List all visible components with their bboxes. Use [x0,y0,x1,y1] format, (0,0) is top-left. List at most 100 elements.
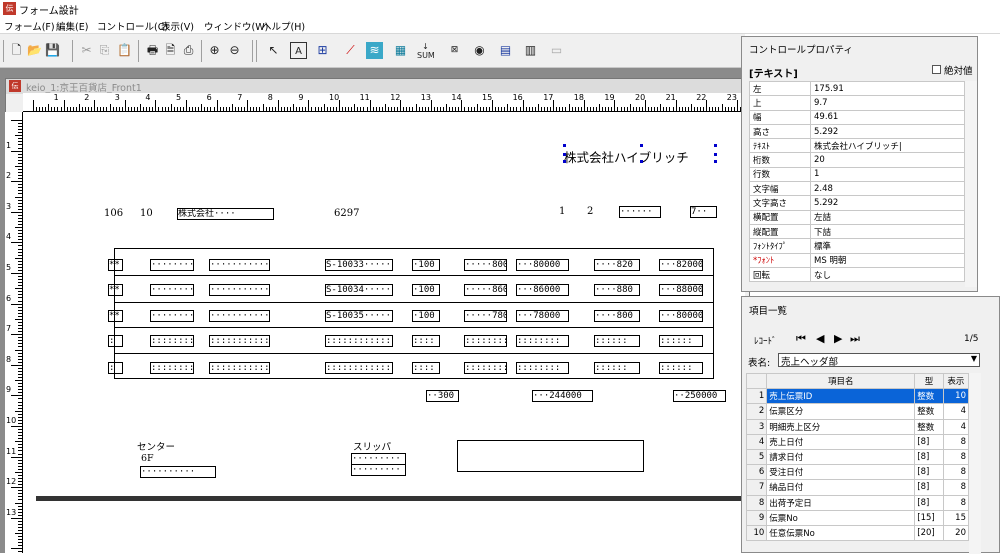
disabled-tool-icon[interactable]: ▭ [548,42,565,59]
next-record-icon[interactable]: ▶ [834,332,842,345]
detail-field-amt[interactable]: ···86000 [516,284,569,296]
detail-field-qty[interactable]: :::: [412,335,440,347]
selection-handle[interactable] [563,144,566,147]
circle-tool-icon[interactable]: ◉ [471,42,488,59]
detail-field-price[interactable]: :::::::: [464,362,507,374]
total-amount2-field[interactable]: ··250000 [673,390,726,402]
property-row[interactable]: 文字高さ 5.292 [749,195,965,211]
print-icon[interactable]: 🖶 [144,42,161,59]
menu-view[interactable]: 表示(V) [161,19,194,33]
property-row[interactable]: *ﾌｫﾝﾄ MS 明朝 [749,252,965,268]
properties-scrollbar[interactable] [965,81,977,287]
property-value[interactable]: 175.91 [810,80,965,97]
detail-field-p2[interactable]: ····820 [594,259,640,271]
detail-field-amt[interactable]: :::::::: [516,362,569,374]
table-name-select[interactable]: 売上ヘッダ部 ▼ [778,353,980,368]
detail-field-c3[interactable]: ··········· [209,284,270,296]
menu-help[interactable]: ヘルプ(H) [262,19,305,33]
new-icon[interactable]: 🗋 [8,42,25,59]
detail-field-c2[interactable]: ········ [150,259,194,271]
center-label[interactable]: センター [137,439,175,453]
detail-field-c3[interactable]: ··········· [209,259,270,271]
selection-handle[interactable] [714,160,717,163]
save-icon[interactable]: 💾 [44,42,61,59]
company-name-text[interactable]: 株式会社ハイブリッチ [564,147,689,166]
print-setup-icon[interactable]: ⎙ [180,42,197,59]
item-row[interactable]: 9 伝票No [15] 15 [745,509,970,526]
page-text-1[interactable]: 1 [559,206,565,217]
detail-field-amt[interactable]: :::::::: [516,335,569,347]
detail-field-price[interactable]: ·····780 [464,310,507,322]
absolute-checkbox[interactable] [932,65,941,74]
detail-field-p2[interactable]: :::::: [594,335,640,347]
column-header[interactable] [745,372,768,390]
total-qty-field[interactable]: ··300 [426,390,459,402]
property-value[interactable]: なし [810,266,965,283]
detail-field-code[interactable]: :::::::::::: [325,335,393,347]
selection-handle[interactable] [563,153,566,156]
table-tool-icon[interactable]: ▤ [497,42,514,59]
selection-handle[interactable] [563,160,566,163]
paste-icon[interactable]: 📋 [116,42,133,59]
code-text[interactable]: 106 [104,208,123,219]
detail-field-code[interactable]: S-10035····· [325,310,393,322]
copy-icon[interactable]: ⎘ [96,42,113,59]
property-row[interactable]: 横配置 左詰 [749,209,965,225]
detail-field-c3[interactable]: ··········· [209,310,270,322]
property-value[interactable]: 2.48 [810,181,965,197]
last-record-icon[interactable]: ⏭ [850,332,860,346]
detail-field-p2[interactable]: ····800 [594,310,640,322]
detail-field-qty[interactable]: ·100 [412,259,440,271]
detail-field-c2[interactable]: :::::::: [150,335,194,347]
detail-field-c2[interactable]: ········ [150,284,194,296]
detail-field-amt2[interactable]: :::::: [659,362,703,374]
slipper-label[interactable]: スリッパ [353,439,391,453]
property-row[interactable]: 行数 1 [749,166,965,183]
property-value[interactable]: 49.61 [810,109,965,125]
item-row[interactable]: 2 伝票区分 整数 4 [745,403,970,420]
detail-field-qty[interactable]: ·100 [412,310,440,322]
property-row[interactable]: 高さ 5.292 [749,123,965,140]
property-value[interactable]: 1 [810,166,965,183]
property-row[interactable]: ﾌｫﾝﾄﾀｲﾌﾟ 標準 [749,238,965,254]
property-value[interactable]: 株式会社ハイブリッチ| [810,138,965,154]
detail-field-c2[interactable]: :::::::: [150,362,194,374]
center-field[interactable]: ·········· [140,466,216,478]
pointer-icon[interactable]: ↖ [265,42,282,59]
field-tool-icon[interactable]: ⊞ [314,42,331,59]
detail-field-qty[interactable]: :::: [412,362,440,374]
detail-field-c1[interactable]: : [108,335,123,347]
property-row[interactable]: 回転 なし [749,266,965,283]
cut-icon[interactable]: ✂ [78,42,95,59]
property-value[interactable]: MS 明朝 [810,252,965,268]
calc-tool-icon[interactable]: ▦ [392,42,409,59]
property-value[interactable]: 左詰 [810,209,965,225]
property-value[interactable]: 下詰 [810,223,965,240]
item-list-scrollbar[interactable] [969,373,981,554]
detail-field-code[interactable]: S-10034····· [325,284,393,296]
header-field-b[interactable]: 7·· [690,206,717,218]
item-row[interactable]: 3 明細売上区分 整数 4 [745,418,970,435]
menu-edit[interactable]: 編集(E) [56,19,88,33]
detail-field-c1[interactable]: ** [108,259,123,271]
column-header[interactable]: 項目名 [766,372,916,390]
detail-field-amt2[interactable]: :::::: [659,335,703,347]
center-sub-label[interactable]: 6F [141,453,154,464]
detail-field-qty[interactable]: ·100 [412,284,440,296]
first-record-icon[interactable]: ⏮ [796,332,806,346]
selection-handle[interactable] [714,153,717,156]
property-row[interactable]: ﾃｷｽﾄ 株式会社ハイブリッチ| [749,138,965,154]
detail-field-amt2[interactable]: ···80000 [659,310,703,322]
detail-field-amt2[interactable]: ···82000 [659,259,703,271]
number-text[interactable]: 10 [140,208,153,219]
slipper-field-2[interactable]: ········· [351,464,406,476]
menu-form[interactable]: フォーム(F) [4,19,55,33]
menu-window[interactable]: ウィンドウ(W) [204,19,268,33]
property-value[interactable]: 5.292 [810,123,965,140]
detail-field-p2[interactable]: ····880 [594,284,640,296]
detail-field-c1[interactable]: ** [108,310,123,322]
zoom-out-icon[interactable]: ⊖ [226,42,243,59]
detail-field-c3[interactable]: :::::::::::: [209,335,270,347]
selection-handle[interactable] [640,160,643,163]
zoom-in-icon[interactable]: ⊕ [206,42,223,59]
